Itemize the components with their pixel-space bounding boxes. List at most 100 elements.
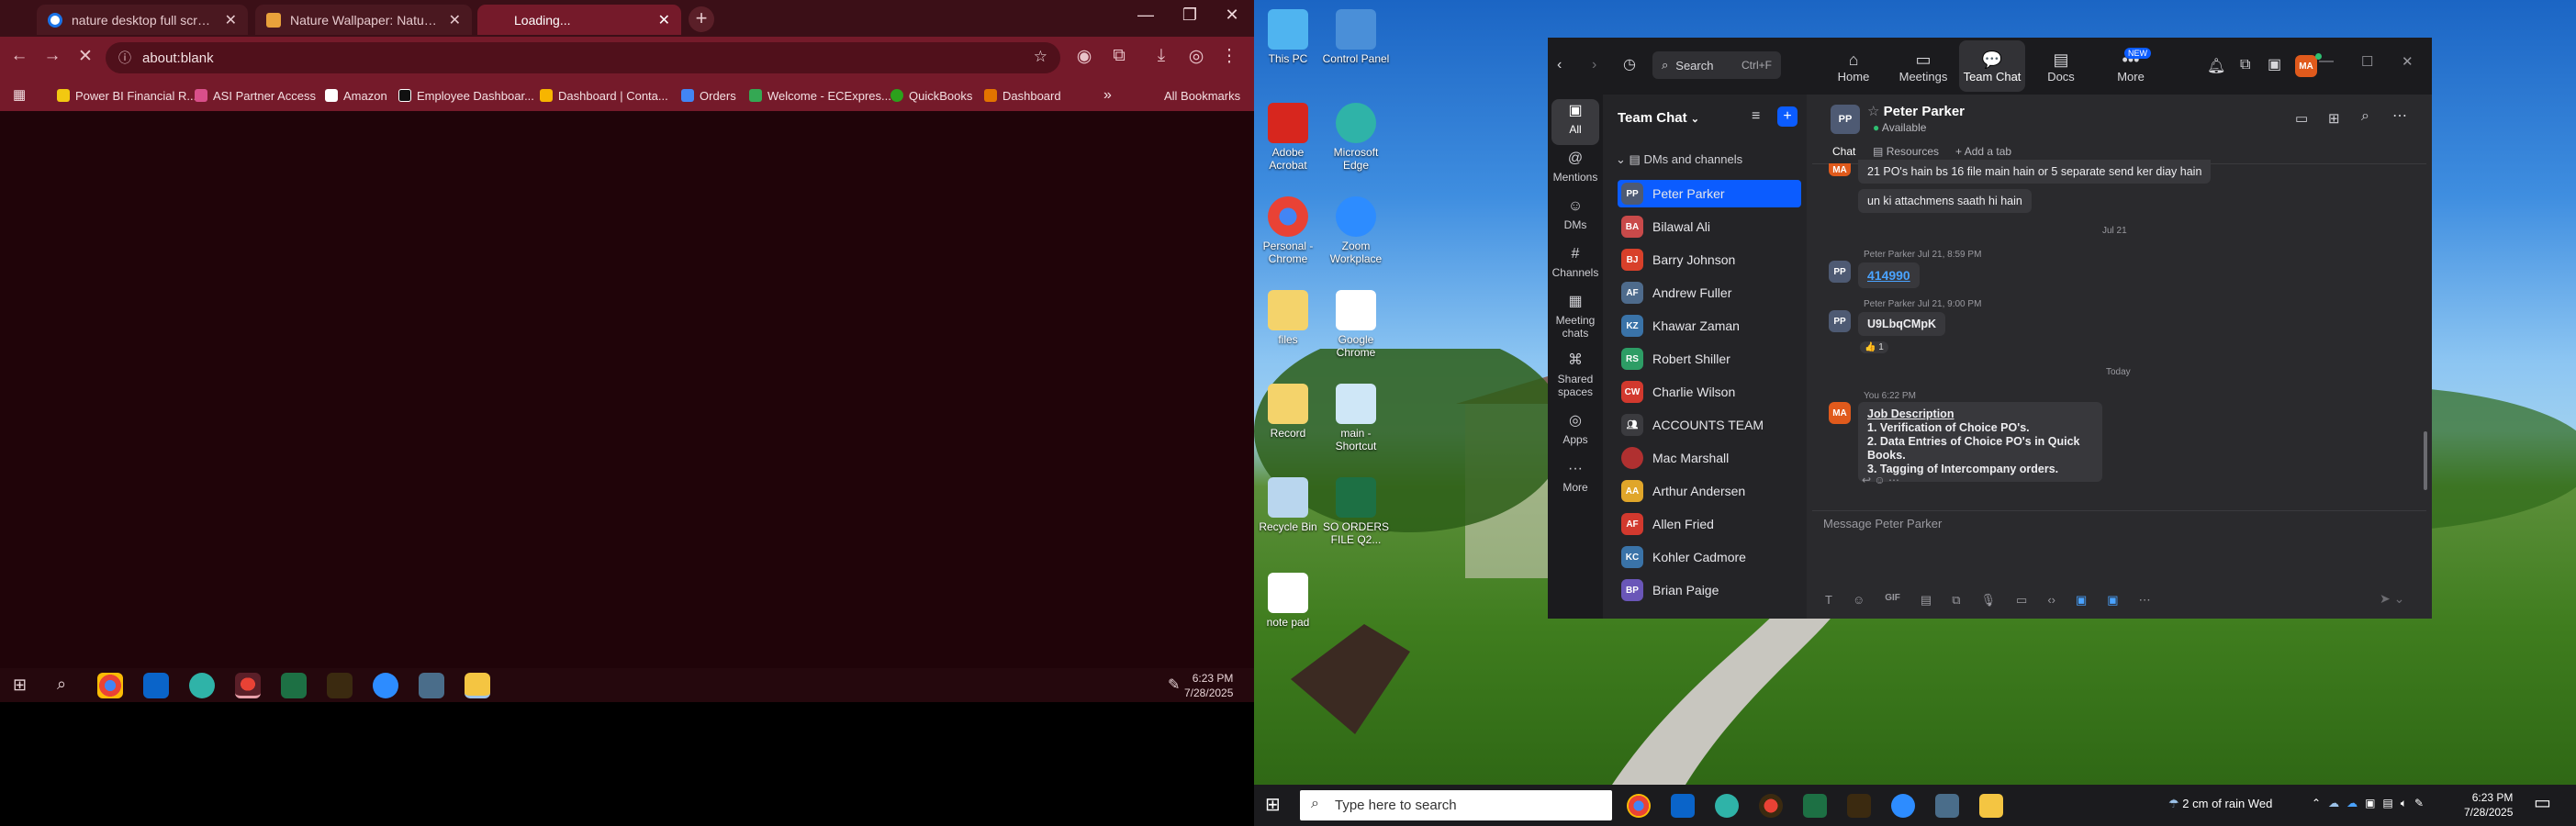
add-member-icon[interactable]: ⊞ bbox=[2328, 110, 2340, 127]
reaction-thumbs-up[interactable]: 👍 1 bbox=[1860, 341, 1888, 353]
video-message-icon[interactable]: ▭ bbox=[2016, 593, 2027, 608]
star-icon[interactable]: ☆ bbox=[1867, 104, 1879, 119]
close-window-button[interactable]: ✕ bbox=[1214, 6, 1250, 25]
sidebar-item-apps[interactable]: ◎ Apps bbox=[1548, 414, 1603, 447]
desktop-icon-files[interactable]: files bbox=[1252, 290, 1324, 346]
file-explorer-icon[interactable] bbox=[1979, 794, 2003, 818]
nav-home[interactable]: ⌂ Home bbox=[1821, 50, 1886, 84]
app-icon[interactable] bbox=[1847, 794, 1871, 818]
chrome-profile-icon[interactable] bbox=[235, 673, 261, 698]
chat-item[interactable]: CW Charlie Wilson bbox=[1616, 377, 1799, 407]
desktop-icon-main-shortcut[interactable]: main - Shortcut bbox=[1320, 384, 1392, 452]
all-bookmarks-button[interactable]: All Bookmarks bbox=[1164, 85, 1240, 106]
more-options-icon[interactable]: ⋯ bbox=[2392, 106, 2407, 125]
desktop-icon-this-pc[interactable]: This PC bbox=[1252, 9, 1324, 65]
camera-icon[interactable]: ▣ bbox=[2365, 797, 2375, 810]
chat-item[interactable]: BJ Barry Johnson bbox=[1616, 245, 1799, 274]
volume-icon[interactable]: 🔈︎ bbox=[2401, 797, 2407, 810]
bookmark-item[interactable]: Dashboard bbox=[984, 85, 1061, 106]
chat-scrollbar[interactable] bbox=[2424, 431, 2427, 490]
outlook-icon[interactable] bbox=[1671, 794, 1695, 818]
chat-header-avatar[interactable]: PP bbox=[1831, 105, 1860, 134]
outlook-icon[interactable] bbox=[143, 673, 169, 698]
sidebar-item-meeting-chats[interactable]: ▦ Meeting chats bbox=[1548, 295, 1603, 340]
chrome-profile-icon[interactable] bbox=[1759, 794, 1783, 818]
notifications-icon[interactable]: ▭ bbox=[2534, 791, 2551, 814]
pen-icon[interactable]: ✎ bbox=[2414, 797, 2424, 810]
chrome-icon[interactable] bbox=[1627, 794, 1651, 818]
windows-start-icon[interactable]: ⊞ bbox=[13, 675, 27, 695]
extension-icon[interactable]: ◉ bbox=[1072, 46, 1096, 67]
nav-meetings[interactable]: ▭ Meetings bbox=[1891, 50, 1955, 84]
chat-item[interactable]: BA Bilawal Ali bbox=[1616, 212, 1799, 241]
desktop-icon-zoom[interactable]: Zoom Workplace bbox=[1320, 196, 1392, 265]
chat-item[interactable]: KC Kohler Cadmore bbox=[1616, 542, 1799, 572]
desktop-icon-recycle-bin[interactable]: Recycle Bin bbox=[1252, 477, 1324, 533]
desktop-icon-edge[interactable]: Microsoft Edge bbox=[1320, 103, 1392, 172]
chat-item-channel[interactable]: 👥︎ ACCOUNTS TEAM bbox=[1616, 410, 1799, 440]
bookmark-item[interactable]: Orders bbox=[681, 85, 736, 106]
download-icon[interactable]: ⤓ bbox=[1149, 46, 1173, 66]
chat-item[interactable]: AA Arthur Andersen bbox=[1616, 476, 1799, 506]
sidebar-item-mentions[interactable]: @ Mentions bbox=[1548, 151, 1603, 184]
apps-grid-icon[interactable]: ▦ bbox=[13, 86, 26, 103]
browser-tab-2[interactable]: Nature Wallpaper: Nature Wall ✕ bbox=[255, 5, 472, 35]
notification-bell-icon[interactable]: 🔔︎ bbox=[2207, 57, 2225, 75]
minimize-button[interactable]: — bbox=[1127, 6, 1164, 25]
bookmark-item[interactable]: QuickBooks bbox=[890, 85, 972, 106]
desktop-icon-acrobat[interactable]: Adobe Acrobat bbox=[1252, 103, 1324, 172]
chat-item-peter-parker[interactable]: PP Peter Parker bbox=[1616, 179, 1799, 208]
desktop-icon-control-panel[interactable]: Control Panel bbox=[1320, 9, 1392, 65]
tab-chat[interactable]: Chat bbox=[1832, 145, 1855, 158]
sidebar-item-channels[interactable]: # Channels bbox=[1548, 247, 1603, 280]
desktop-icon-note-pad[interactable]: note pad bbox=[1252, 573, 1324, 629]
calculator-icon[interactable] bbox=[419, 673, 444, 698]
pen-icon[interactable]: ✎ bbox=[1168, 675, 1180, 694]
video-call-icon[interactable]: ▭ bbox=[2295, 110, 2308, 127]
bookmark-item[interactable]: Dashboard | Conta... bbox=[540, 85, 668, 106]
search-icon[interactable]: ⌕ bbox=[57, 675, 66, 694]
gif-icon[interactable]: GIF bbox=[1885, 593, 1900, 608]
screenshot-icon[interactable]: ⧉ bbox=[1952, 593, 1960, 608]
bookmark-item[interactable]: Employee Dashboar... bbox=[398, 85, 534, 106]
nav-team-chat[interactable]: 💬 Team Chat bbox=[1960, 50, 2024, 84]
excel-icon[interactable] bbox=[1803, 794, 1827, 818]
extensions-puzzle-icon[interactable]: ⧉ bbox=[1107, 46, 1131, 66]
message-input[interactable]: Message Peter Parker bbox=[1823, 514, 2411, 569]
send-icon[interactable]: ➤ ⌄ bbox=[2380, 591, 2404, 607]
desktop-icon-record[interactable]: Record bbox=[1252, 384, 1324, 440]
app-icon[interactable]: ▣ bbox=[2107, 593, 2118, 608]
search-icon[interactable]: ⌕ bbox=[2361, 108, 2369, 125]
browser-content-area[interactable] bbox=[0, 111, 1254, 668]
chat-header-name[interactable]: ☆ Peter Parker bbox=[1867, 103, 1965, 119]
format-text-icon[interactable]: T bbox=[1825, 593, 1832, 608]
bookmark-star-icon[interactable]: ☆ bbox=[1034, 48, 1047, 66]
section-header-dms-channels[interactable]: ⌄ ▤ DMs and channels bbox=[1616, 152, 1742, 167]
history-icon[interactable]: ◷ bbox=[1623, 55, 1636, 73]
back-icon[interactable]: ‹ bbox=[1557, 57, 1562, 73]
taskbar-clock[interactable]: 6:23 PM 7/28/2025 bbox=[1184, 671, 1233, 700]
sidebar-item-dms[interactable]: ☺ DMs bbox=[1548, 199, 1603, 232]
apps-icon[interactable]: ▣ bbox=[2268, 55, 2281, 73]
bookmark-item[interactable]: ASI Partner Access bbox=[195, 85, 316, 106]
forward-icon[interactable]: → bbox=[40, 46, 64, 66]
profile-icon[interactable]: ◎ bbox=[1184, 46, 1208, 67]
tab-resources[interactable]: ▤ Resources bbox=[1873, 145, 1939, 158]
audio-icon[interactable]: 🎙︎ bbox=[1981, 593, 1997, 608]
show-hidden-icons-icon[interactable]: ⌃ bbox=[2312, 797, 2321, 810]
more-bookmarks-button[interactable]: » bbox=[1103, 85, 1112, 106]
nav-docs[interactable]: ▤ Docs bbox=[2029, 50, 2093, 84]
taskbar-search-box[interactable]: ⌕ Type here to search bbox=[1300, 790, 1612, 820]
forward-icon[interactable]: › bbox=[1592, 57, 1596, 73]
calculator-icon[interactable] bbox=[1935, 794, 1959, 818]
chat-item[interactable]: AF Allen Fried bbox=[1616, 509, 1799, 539]
edge-icon[interactable] bbox=[189, 673, 215, 698]
bookmark-item[interactable]: Power BI Financial R... bbox=[57, 85, 196, 106]
taskbar-clock[interactable]: 6:23 PM 7/28/2025 bbox=[2464, 790, 2513, 820]
close-tab-icon[interactable]: ✕ bbox=[658, 11, 670, 29]
cloud-icon[interactable]: ☁ bbox=[2328, 797, 2339, 810]
edge-icon[interactable] bbox=[1715, 794, 1739, 818]
app-icon[interactable] bbox=[327, 673, 353, 698]
excel-icon[interactable] bbox=[281, 673, 307, 698]
site-info-icon[interactable]: ⓘ bbox=[118, 49, 131, 67]
